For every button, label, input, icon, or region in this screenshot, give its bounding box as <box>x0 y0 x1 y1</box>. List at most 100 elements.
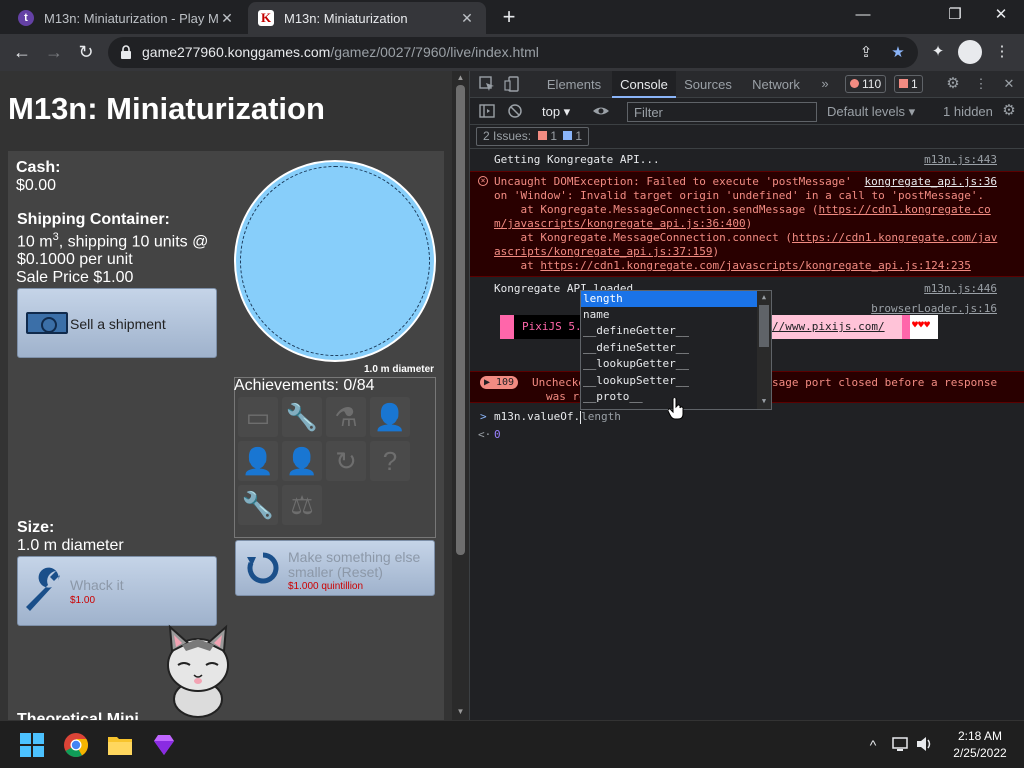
whack-it-button[interactable]: Whack it $1.00 <box>17 556 217 626</box>
autocomplete-item[interactable]: length <box>581 291 759 307</box>
scrollbar-thumb[interactable] <box>759 305 769 347</box>
live-expression-eye-icon[interactable] <box>592 102 610 120</box>
close-window-button[interactable]: ✕ <box>978 0 1024 30</box>
wrench-icon <box>26 567 60 611</box>
tab-elements[interactable]: Elements <box>534 71 614 98</box>
tab-kongregate-game-page[interactable]: t M13n: Miniaturization - Play M13n: M ✕ <box>8 2 246 34</box>
tab-network[interactable]: Network <box>744 71 808 98</box>
profile-avatar[interactable] <box>958 40 982 64</box>
pixi-link[interactable]: //www.pixijs.com/ <box>772 320 885 333</box>
device-toolbar-icon[interactable] <box>504 75 522 93</box>
clock-time: 2:18 AM <box>957 729 1003 743</box>
tab-strip: t M13n: Miniaturization - Play M13n: M ✕… <box>0 0 1024 34</box>
tab-m13n-game[interactable]: K M13n: Miniaturization ✕ <box>248 2 486 34</box>
wrench-icon[interactable]: 🔧 <box>282 397 322 437</box>
autocomplete-item[interactable]: __defineSetter__ <box>581 340 759 356</box>
volume-icon[interactable] <box>916 736 934 752</box>
autocomplete-dropdown[interactable]: length name __defineGetter__ __defineSet… <box>580 290 772 410</box>
close-tab-icon[interactable]: ✕ <box>218 10 236 27</box>
devtools-menu-icon[interactable]: ⋮ <box>972 75 990 93</box>
error-count-badge[interactable]: 110 <box>845 75 887 93</box>
clear-console-icon[interactable] <box>506 102 524 120</box>
cash-value: $0.00 <box>16 177 57 194</box>
question-icon[interactable]: ? <box>370 441 410 481</box>
whack-it-label: Whack it <box>70 577 124 593</box>
url-path: /gamez/0027/7960/live/index.html <box>330 44 539 60</box>
scroll-up-arrow-icon[interactable]: ▲ <box>455 73 466 82</box>
page-scrollbar[interactable]: ▲ ▼ <box>452 71 469 720</box>
autocomplete-item[interactable]: __lookupSetter__ <box>581 373 759 389</box>
sell-shipment-button[interactable]: Sell a shipment <box>17 288 217 358</box>
wrench-drop-icon[interactable]: 🔧 <box>238 485 278 525</box>
bookmark-star-icon[interactable]: ★ <box>888 43 908 63</box>
context-selector[interactable]: top ▾ <box>542 104 570 120</box>
scroll-down-arrow-icon[interactable]: ▼ <box>455 707 466 716</box>
console-settings-icon[interactable]: ⚙ <box>1000 102 1018 120</box>
issues-button[interactable]: 2 Issues: 1 1 <box>476 127 590 146</box>
network-icon[interactable] <box>892 736 910 752</box>
browser-menu-icon[interactable]: ⋮ <box>990 40 1014 64</box>
whack-it-price: $1.00 <box>70 595 96 606</box>
sidebar-toggle-icon[interactable] <box>478 102 496 120</box>
extensions-icon[interactable]: ✦ <box>926 40 950 64</box>
console-toolbar: top ▾ Default levels ▾ 1 hidden ⚙ <box>470 98 1024 125</box>
warning-count-badge[interactable]: 1 <box>894 75 923 93</box>
stack-link[interactable]: m/javascripts/kongregate_api.js:36:400 <box>494 217 746 230</box>
scroll-down-arrow-icon[interactable]: ▼ <box>759 397 769 405</box>
circle-diameter-label: 1.0 m diameter <box>364 364 435 375</box>
reset-button[interactable]: Make something else smaller (Reset) $1.0… <box>235 540 435 596</box>
gem-app-icon[interactable] <box>148 729 180 761</box>
new-tab-button[interactable]: + <box>496 5 522 31</box>
scrollbar-thumb[interactable] <box>456 85 465 555</box>
log-levels-dropdown[interactable]: Default levels ▾ <box>827 104 915 120</box>
close-tab-icon[interactable]: ✕ <box>458 10 476 27</box>
page-title: M13n: Miniaturization <box>8 91 325 126</box>
tray-overflow-chevron-icon[interactable]: ^ <box>864 735 882 755</box>
money-icon[interactable]: ▭ <box>238 397 278 437</box>
forward-button[interactable]: → <box>40 38 68 66</box>
autocomplete-item[interactable]: name <box>581 307 759 323</box>
filter-input[interactable] <box>627 102 817 122</box>
more-tabs-icon[interactable]: » <box>816 75 834 93</box>
close-devtools-icon[interactable]: ✕ <box>1000 75 1018 93</box>
stack-link[interactable]: https://cdn1.kongregate.com/jav <box>792 231 997 244</box>
autocomplete-scrollbar[interactable]: ▲ ▼ <box>757 291 771 409</box>
autocomplete-item[interactable]: __defineGetter__ <box>581 323 759 339</box>
scientist-icon[interactable]: 👤 <box>282 441 322 481</box>
minimize-button[interactable]: — <box>840 0 886 30</box>
system-clock[interactable]: 2:18 AM 2/25/2022 <box>940 728 1020 762</box>
console-output[interactable]: Getting Kongregate API... m13n.js:443 × … <box>470 149 1024 720</box>
autocomplete-ghost-text: length <box>581 410 621 423</box>
source-link[interactable]: kongregate_api.js:36 <box>865 175 997 188</box>
source-link[interactable]: m13n.js:446 <box>924 282 997 295</box>
scales-icon[interactable]: ⚖ <box>282 485 322 525</box>
console-input-line[interactable]: > m13n.valueOf.length <box>470 410 1024 426</box>
tab-sources[interactable]: Sources <box>676 71 740 98</box>
stack-link[interactable]: ascripts/kongregate_api.js:37:159 <box>494 245 713 258</box>
scientist-icon[interactable]: 👤 <box>238 441 278 481</box>
back-button[interactable]: ← <box>8 38 36 66</box>
hand-cursor-icon <box>668 398 684 420</box>
stack-link[interactable]: https://cdn1.kongregate.com/javascripts/… <box>540 259 970 272</box>
start-icon[interactable] <box>16 729 48 761</box>
stack-link[interactable]: https://cdn1.kongregate.co <box>819 203 991 216</box>
autocomplete-item[interactable]: __lookupGetter__ <box>581 356 759 372</box>
reset-icon[interactable]: ↻ <box>326 441 366 481</box>
inspect-element-icon[interactable] <box>478 75 496 93</box>
address-bar[interactable]: game277960.konggames.com/gamez/0027/7960… <box>108 37 918 68</box>
source-link[interactable]: browserLoader.js:16 <box>871 302 997 315</box>
share-icon[interactable]: ⇪ <box>856 43 876 63</box>
chrome-icon[interactable] <box>60 729 92 761</box>
file-explorer-icon[interactable] <box>104 729 136 761</box>
repeat-count-badge[interactable]: ▶ 109 <box>480 376 518 389</box>
tab-console[interactable]: Console <box>612 71 676 98</box>
theoretical-minimum-label: Theoretical Mini... <box>17 711 153 720</box>
settings-icon[interactable]: ⚙ <box>944 75 962 93</box>
scientist-icon[interactable]: 👤 <box>370 397 410 437</box>
source-link[interactable]: m13n.js:443 <box>924 153 997 166</box>
scroll-up-arrow-icon[interactable]: ▲ <box>759 293 769 301</box>
restore-button[interactable]: ❐ <box>932 0 978 30</box>
console-input-text[interactable]: m13n.valueOf. <box>494 410 580 423</box>
reload-button[interactable]: ↻ <box>72 38 100 66</box>
flask-icon[interactable]: ⚗ <box>326 397 366 437</box>
